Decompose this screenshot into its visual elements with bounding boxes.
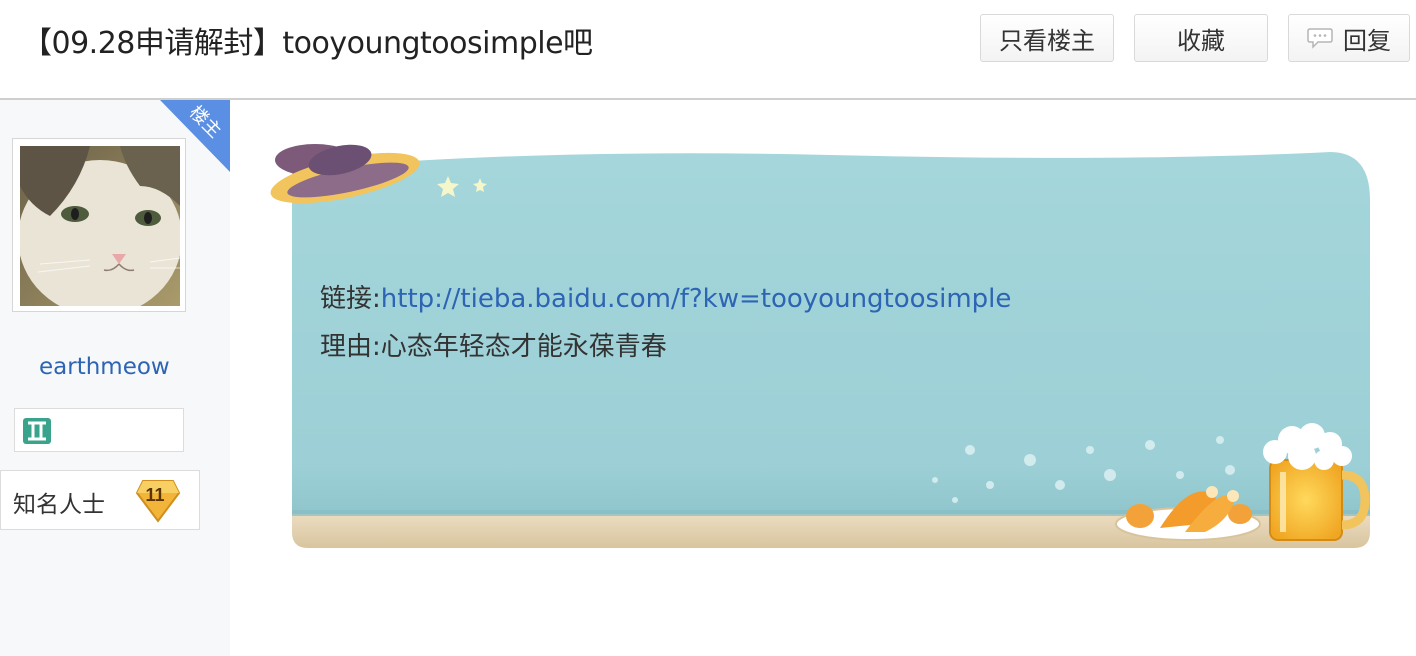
- gemini-icon[interactable]: [23, 418, 51, 444]
- favorite-button[interactable]: 收藏: [1134, 14, 1268, 62]
- post-content: 链接:http://tieba.baidu.com/f?kw=tooyoungt…: [230, 100, 1416, 656]
- only-owner-button[interactable]: 只看楼主: [980, 14, 1114, 62]
- level-badge-icon: 11: [135, 479, 181, 523]
- author-sidebar: 楼主 earthmeow 知名人士 11: [0, 100, 230, 656]
- thread-title: 【09.28申请解封】tooyoungtoosimple吧: [22, 26, 593, 61]
- username-link[interactable]: earthmeow: [39, 354, 170, 380]
- avatar[interactable]: [20, 146, 180, 306]
- user-level[interactable]: 知名人士 11: [0, 470, 200, 530]
- reason-label: 理由:: [320, 332, 381, 362]
- user-icons-row: [14, 408, 184, 452]
- speech-bubble-icon: [1307, 28, 1333, 49]
- post-body: 链接:http://tieba.baidu.com/f?kw=tooyoungt…: [320, 275, 1011, 371]
- thread-header: 【09.28申请解封】tooyoungtoosimple吧 只看楼主 收藏 回复: [0, 0, 1416, 100]
- level-number: 11: [145, 485, 165, 505]
- decorative-bubble: [270, 144, 1370, 548]
- avatar-frame[interactable]: [12, 138, 186, 312]
- link-label: 链接:: [320, 284, 381, 314]
- reply-button[interactable]: 回复: [1288, 14, 1410, 62]
- post-link-line: 链接:http://tieba.baidu.com/f?kw=tooyoungt…: [320, 275, 1011, 323]
- post-link[interactable]: http://tieba.baidu.com/f?kw=tooyoungtoos…: [381, 284, 1012, 314]
- reason-text: 心态年轻态才能永葆青春: [380, 332, 667, 362]
- level-title: 知名人士: [13, 492, 105, 518]
- reply-button-label: 回复: [1343, 26, 1391, 55]
- post-reason-line: 理由:心态年轻态才能永葆青春: [320, 323, 1011, 371]
